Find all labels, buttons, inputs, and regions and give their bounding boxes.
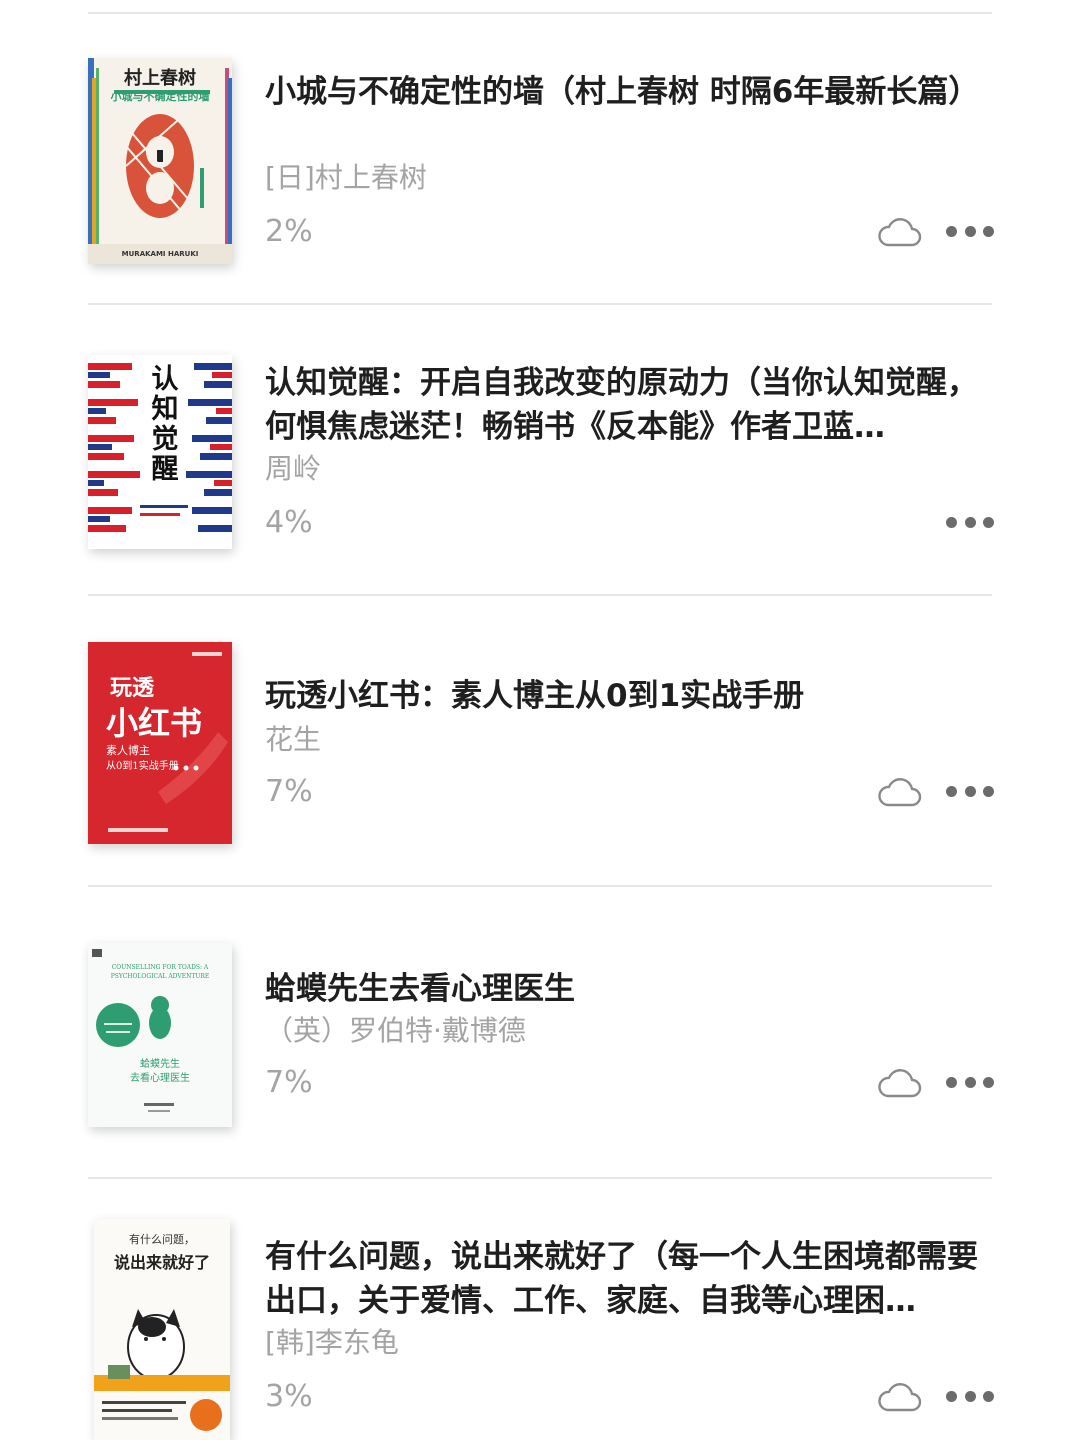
dot-icon (983, 1390, 994, 1402)
cover-en-title: COUNSELLING FOR TOADS: A PSYCHOLOGICAL A… (110, 964, 210, 980)
cloud-icon[interactable] (876, 214, 922, 248)
book-author: [韩]李东龟 (265, 1326, 399, 1359)
reading-progress: 3% (265, 1379, 313, 1414)
book-author: 周岭 (265, 452, 322, 485)
book-title[interactable]: 小城与不确定性的墙（村上春树 时隔6年最新长篇） (265, 70, 984, 114)
book-title[interactable]: 有什么问题，说出来就好了（每一个人生困境都需要出口，关于爱情、工作、家庭、自我等… (265, 1235, 984, 1323)
dot-icon (964, 516, 976, 528)
more-options-button[interactable] (946, 1072, 994, 1092)
cover-title-line2: 说出来就好了 (113, 1253, 210, 1272)
reading-progress: 4% (265, 505, 313, 540)
dot-icon (983, 1076, 994, 1088)
list-item[interactable]: 认知觉醒 认知觉醒：开启自我改变的原动力（当你认知觉醒，何惧焦虑迷茫！畅销书《反… (0, 305, 1080, 595)
cover-title-line2: 小红书 (106, 704, 203, 742)
list-item[interactable]: 村上春树 小城与不确定性的墙 MURAKAMI HARUKI 小城与不确定性的墙… (0, 14, 1080, 304)
cover-subtitle-line1: 素人博主 (106, 744, 150, 757)
book-author: 花生 (265, 723, 322, 756)
cover-title: 认知觉醒 (151, 364, 179, 485)
dot-icon (983, 225, 994, 237)
book-title[interactable]: 玩透小红书：素人博主从0到1实战手册 (265, 674, 984, 718)
more-options-button[interactable] (946, 512, 994, 532)
cover-subtitle: 去看心理医生 (130, 1073, 190, 1084)
book-author: （英）罗伯特·戴博德 (265, 1014, 526, 1047)
cloud-icon[interactable] (876, 1379, 922, 1413)
cloud-icon[interactable] (876, 774, 922, 808)
dot-icon (983, 785, 994, 797)
dot-icon (946, 785, 957, 797)
cover-title: 蛤蟆先生 (140, 1059, 180, 1070)
book-cover[interactable]: COUNSELLING FOR TOADS: A PSYCHOLOGICAL A… (88, 943, 232, 1127)
cover-subtitle: 小城与不确定性的墙 (110, 90, 210, 103)
dot-icon (946, 1076, 957, 1088)
more-options-button[interactable] (946, 1386, 994, 1406)
cover-author-en: MURAKAMI HARUKI (121, 250, 199, 258)
reading-progress: 7% (265, 774, 313, 809)
reading-progress: 7% (265, 1065, 313, 1100)
dot-icon (964, 225, 976, 237)
dot-icon (964, 785, 976, 797)
list-item[interactable]: COUNSELLING FOR TOADS: A PSYCHOLOGICAL A… (0, 887, 1080, 1177)
book-cover[interactable]: 有什么问题， 说出来就好了 (94, 1219, 230, 1440)
dot-icon (946, 225, 957, 237)
cover-title-line1: 有什么问题， (129, 1233, 195, 1246)
book-cover[interactable]: 玩透 小红书 素人博主 从0到1实战手册 (88, 642, 232, 844)
dot-icon (983, 516, 994, 528)
book-cover[interactable]: 村上春树 小城与不确定性的墙 MURAKAMI HARUKI (88, 58, 232, 264)
dot-icon (964, 1390, 976, 1402)
more-options-button[interactable] (946, 781, 994, 801)
book-author: [日]村上春树 (265, 161, 427, 194)
book-title[interactable]: 蛤蟆先生去看心理医生 (265, 967, 984, 1011)
dot-icon (964, 1076, 976, 1088)
dot-icon (946, 1390, 957, 1402)
cover-title: 村上春树 (124, 68, 196, 89)
dot-icon (946, 516, 957, 528)
reading-progress: 2% (265, 214, 313, 249)
book-title[interactable]: 认知觉醒：开启自我改变的原动力（当你认知觉醒，何惧焦虑迷茫！畅销书《反本能》作者… (265, 361, 984, 449)
list-item[interactable]: 玩透 小红书 素人博主 从0到1实战手册 玩透小红书：素人博主从0到1实战手册 … (0, 596, 1080, 886)
more-options-button[interactable] (946, 221, 994, 241)
list-item[interactable]: 有什么问题， 说出来就好了 有什么问题，说出来就好了（每一个人生困境都需要出口，… (0, 1179, 1080, 1440)
cover-subtitle-line2: 从0到1实战手册 (106, 761, 179, 772)
cloud-icon[interactable] (876, 1065, 922, 1099)
book-cover[interactable]: 认知觉醒 (88, 355, 232, 549)
